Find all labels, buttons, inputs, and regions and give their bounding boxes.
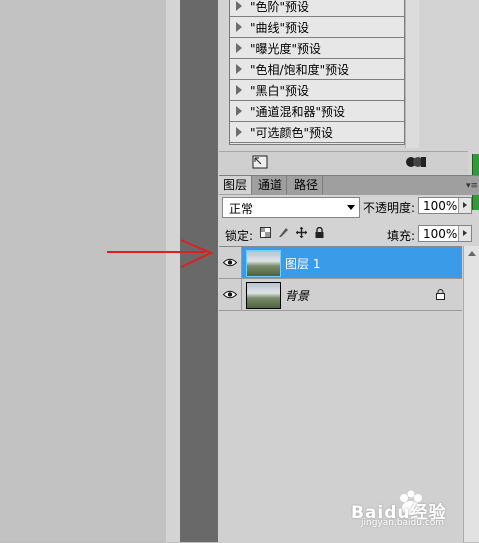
layer-thumbnail xyxy=(246,250,281,277)
preset-item-levels[interactable]: "色阶"预设 xyxy=(230,0,404,17)
layer-row-background[interactable]: 背景 xyxy=(219,279,462,311)
eye-icon xyxy=(223,290,237,299)
panel-menu-icon[interactable]: ▾≡ xyxy=(466,181,478,191)
expand-triangle-icon xyxy=(236,1,242,11)
eye-icon xyxy=(223,258,237,267)
chevron-down-icon xyxy=(347,205,355,210)
lock-all-icon[interactable] xyxy=(314,227,325,238)
layer-name[interactable]: 图层 1 xyxy=(285,255,320,272)
tab-paths[interactable]: 路径 xyxy=(290,176,324,194)
panel-divider xyxy=(166,0,180,542)
watermark: Baidu经验 jingyan.baidu.com xyxy=(335,486,475,532)
lock-position-icon[interactable] xyxy=(296,227,307,238)
canvas-area xyxy=(0,0,166,542)
lock-transparent-pixels-icon[interactable] xyxy=(260,227,271,238)
presets-footer xyxy=(219,151,468,174)
resize-view-icon[interactable] xyxy=(252,155,268,169)
expand-triangle-icon xyxy=(236,22,242,32)
expand-triangle-icon xyxy=(236,64,242,74)
layer-name[interactable]: 背景 xyxy=(285,287,309,304)
visibility-toggle[interactable] xyxy=(219,247,242,278)
visibility-toggle[interactable] xyxy=(219,279,242,310)
lock-icon xyxy=(436,289,445,300)
opacity-input[interactable]: 100% xyxy=(418,197,472,214)
preset-item-selective-color[interactable]: "可选颜色"预设 xyxy=(230,122,404,143)
preset-item-exposure[interactable]: "曝光度"预设 xyxy=(230,38,404,59)
preset-item-black-white[interactable]: "黑白"预设 xyxy=(230,80,404,101)
expand-triangle-icon xyxy=(236,85,242,95)
adjustment-presets-list: "色阶"预设 "曲线"预设 "曝光度"预设 "色相/饱和度"预设 "黑白"预设 … xyxy=(229,0,405,145)
annotation-arrow-icon xyxy=(107,239,214,268)
panel-tabs: 图层 通道 路径 xyxy=(219,175,479,195)
lock-label: 锁定: xyxy=(225,229,254,243)
scroll-up-arrow-icon[interactable] xyxy=(468,251,476,256)
opacity-slider-arrow-icon[interactable] xyxy=(458,198,471,213)
expand-triangle-icon xyxy=(236,43,242,53)
tab-layers[interactable]: 图层 xyxy=(219,176,253,194)
preset-item-hue-saturation[interactable]: "色相/饱和度"预设 xyxy=(230,59,404,80)
fill-label: 填充: xyxy=(387,229,416,243)
presets-scrollbar[interactable] xyxy=(405,0,419,148)
fill-input[interactable]: 100% xyxy=(418,225,472,242)
watermark-subtext: jingyan.baidu.com xyxy=(361,518,445,528)
tab-channels[interactable]: 通道 xyxy=(254,176,288,194)
expand-triangle-icon xyxy=(236,127,242,137)
lock-image-pixels-icon[interactable] xyxy=(278,227,289,238)
expand-triangle-icon xyxy=(236,106,242,116)
blend-mode-select[interactable]: 正常 xyxy=(222,197,360,218)
fill-slider-arrow-icon[interactable] xyxy=(458,226,471,241)
preset-item-channel-mixer[interactable]: "通道混和器"预设 xyxy=(230,101,404,122)
layer-thumbnail xyxy=(246,282,281,309)
opacity-label: 不透明度: xyxy=(363,201,416,215)
layer-row-layer1[interactable]: 图层 1 xyxy=(219,247,462,279)
adjustment-options-icon[interactable] xyxy=(405,155,427,169)
preset-item-curves[interactable]: "曲线"预设 xyxy=(230,17,404,38)
panel-dock-strip xyxy=(180,0,218,542)
